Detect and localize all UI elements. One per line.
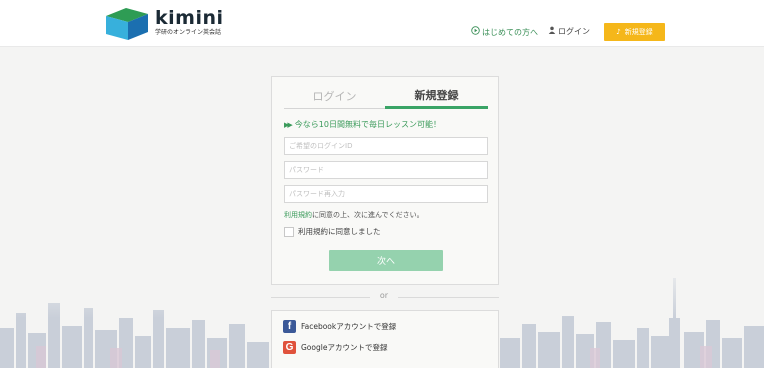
terms-suffix: に同意の上、次に進んでください。: [312, 211, 424, 219]
facebook-signup-label: Facebookアカウントで登録: [301, 322, 397, 331]
tab-login[interactable]: ログイン: [284, 83, 385, 109]
facebook-icon: f: [283, 320, 296, 333]
play-circle-icon: [471, 26, 480, 39]
terms-link[interactable]: 利用規約: [284, 211, 312, 219]
next-button[interactable]: 次へ: [329, 250, 443, 271]
kimini-logo[interactable]: kimini 学研のオンライン英会話: [104, 6, 224, 40]
nav-login-label: ログイン: [558, 27, 590, 36]
terms-notice: 利用規約に同意の上、次に進んでください。: [284, 210, 424, 220]
google-icon: G: [283, 341, 296, 354]
agree-terms-checkbox-row[interactable]: 利用規約に同意しました: [284, 226, 381, 237]
social-signup-box: f Facebookアカウントで登録 G Googleアカウントで登録: [271, 310, 499, 368]
login-id-input[interactable]: [284, 137, 488, 155]
agree-label: 利用規約に同意しました: [298, 227, 381, 236]
nav-register-button[interactable]: ♪ 新規登録: [604, 23, 665, 41]
logo-wordmark: kimini: [155, 7, 224, 29]
logo-mark-icon: [106, 8, 148, 40]
divider-right: [398, 297, 499, 298]
agree-checkbox[interactable]: [284, 226, 294, 237]
or-divider-text: or: [379, 291, 389, 300]
google-signup-link[interactable]: G Googleアカウントで登録: [283, 341, 387, 354]
double-chevron-right-icon: ▶▶: [284, 120, 293, 129]
site-header: kimini 学研のオンライン英会話 はじめての方へ ログイン ♪ 新規登録: [0, 0, 764, 47]
user-icon: [548, 26, 556, 38]
promo-text: 今なら10日間無料で毎日レッスン可能！: [294, 120, 441, 129]
nav-first-time-link[interactable]: はじめての方へ: [471, 26, 538, 39]
nav-first-time-label: はじめての方へ: [482, 27, 538, 37]
promo-message: ▶▶ 今なら10日間無料で毎日レッスン可能！: [284, 119, 441, 130]
logo-tagline: 学研のオンライン英会話: [155, 29, 222, 36]
divider-left: [271, 297, 370, 298]
google-signup-label: Googleアカウントで登録: [301, 343, 388, 352]
registration-card: ログイン 新規登録 ▶▶ 今なら10日間無料で毎日レッスン可能！ 利用規約に同意…: [271, 76, 499, 285]
nav-register-label: 新規登録: [624, 28, 653, 36]
facebook-signup-link[interactable]: f Facebookアカウントで登録: [283, 320, 396, 333]
note-icon: ♪: [616, 28, 621, 36]
password-input[interactable]: [284, 161, 488, 179]
tab-register[interactable]: 新規登録: [385, 83, 488, 109]
password-confirm-input[interactable]: [284, 185, 488, 203]
nav-login-link[interactable]: ログイン: [548, 26, 590, 38]
